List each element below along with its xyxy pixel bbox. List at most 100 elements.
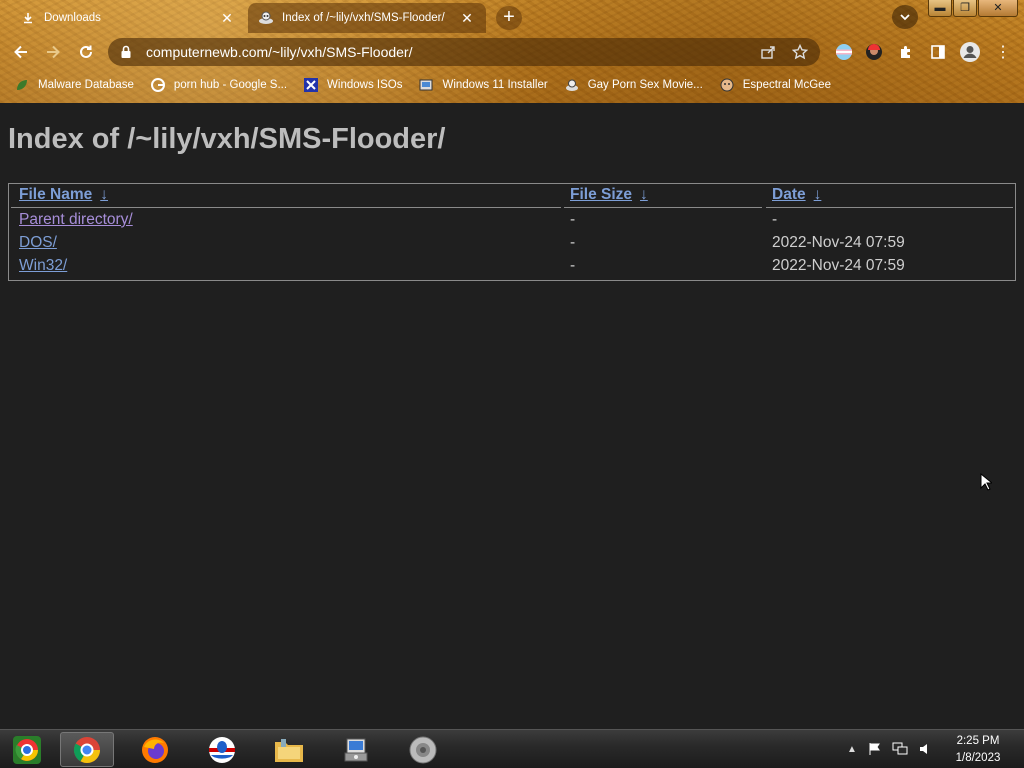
bookmark-label: Espectral McGee [742, 79, 831, 91]
tab-close-icon[interactable]: ✕ [458, 10, 476, 27]
tab-title: Downloads [44, 12, 101, 24]
dos-folder-link[interactable]: DOS/ [19, 234, 57, 251]
table-row: Win32/ - 2022-Nov-24 07:59 [9, 255, 1015, 278]
x-icon [303, 77, 319, 93]
site-favicon [564, 77, 580, 93]
address-bar[interactable]: computernewb.com/~lily/vxh/SMS-Flooder/ [108, 38, 820, 66]
account-avatar-icon[interactable] [958, 40, 982, 64]
face-icon [719, 77, 735, 93]
site-favicon [258, 10, 274, 26]
table-row: Parent directory/ - - [9, 209, 1015, 232]
column-header-date[interactable]: Date ↓ [772, 186, 821, 204]
file-size-cell: - [570, 234, 576, 251]
bookmark-star-icon[interactable] [788, 40, 812, 64]
chrome-alt-icon [13, 735, 41, 764]
taskbar-app-opera[interactable] [195, 732, 249, 767]
network-icon[interactable] [890, 740, 910, 758]
bookmark-espectral-mcgee[interactable]: Espectral McGee [719, 77, 831, 93]
sort-by-size-link[interactable]: File Size [570, 186, 632, 203]
bookmarks-bar: Malware Database porn hub - Google S... … [0, 72, 1024, 98]
date-cell: 2022-Nov-24 07:59 [772, 234, 905, 251]
share-icon[interactable] [756, 40, 780, 64]
bookmark-windows-11-installer[interactable]: Windows 11 Installer [418, 77, 548, 93]
google-icon [150, 77, 166, 93]
close-window-button[interactable]: ✕ [978, 0, 1018, 17]
installer-icon [344, 738, 368, 761]
browser-frame: Downloads ✕ Index of /~lily/vxh/SMS-Floo… [0, 0, 1024, 103]
bookmark-movie-site[interactable]: Gay Porn Sex Movie... [564, 77, 703, 93]
side-panel-icon[interactable] [926, 40, 950, 64]
clock-date: 1/8/2023 [955, 752, 1001, 764]
column-header-size[interactable]: File Size ↓ [570, 186, 648, 204]
download-icon [20, 10, 36, 26]
firefox-icon [142, 736, 168, 763]
chrome-icon [73, 736, 101, 763]
sort-by-date-link[interactable]: Date [772, 186, 806, 203]
page-content: Index of /~lily/vxh/SMS-Flooder/ File Na… [0, 103, 1024, 729]
bookmark-windows-isos[interactable]: Windows ISOs [303, 77, 402, 93]
tab-index-of[interactable]: Index of /~lily/vxh/SMS-Flooder/ ✕ [248, 3, 486, 33]
bookmark-label: Windows ISOs [327, 79, 403, 91]
bookmark-label: Gay Porn Sex Movie... [587, 79, 703, 91]
flag-extension-icon[interactable] [832, 40, 856, 64]
page-title: Index of /~lily/vxh/SMS-Flooder/ [8, 123, 446, 155]
maximize-button[interactable]: ❐ [953, 0, 977, 17]
profile-extension-icon[interactable] [862, 40, 886, 64]
show-hidden-icons-button[interactable]: ▲ [845, 740, 859, 758]
sort-arrow-icon[interactable]: ↓ [814, 186, 822, 203]
directory-listing-table: File Name ↓ File Size ↓ Date ↓ Parent direc… [8, 183, 1016, 281]
taskbar-app-chrome-alt[interactable] [0, 732, 54, 767]
header-divider [766, 207, 1013, 208]
file-size-cell: - [570, 211, 576, 228]
chevron-down-icon [900, 14, 910, 21]
system-clock[interactable]: 2:25 PM 1/8/2023 [940, 733, 1016, 767]
sort-by-name-link[interactable]: File Name [19, 186, 92, 203]
taskbar-app-speaker[interactable] [396, 732, 450, 767]
table-row: DOS/ - 2022-Nov-24 07:59 [9, 232, 1015, 255]
tab-title: Index of /~lily/vxh/SMS-Flooder/ [282, 12, 445, 24]
volume-icon[interactable] [916, 740, 934, 758]
bookmark-google-search[interactable]: porn hub - Google S... [150, 77, 287, 93]
tab-close-icon[interactable]: ✕ [218, 10, 236, 27]
header-divider [564, 207, 762, 208]
bookmark-label: Malware Database [38, 79, 134, 91]
mouse-cursor-icon [980, 473, 992, 491]
new-tab-button[interactable]: + [496, 6, 522, 30]
forward-button[interactable] [40, 39, 66, 65]
action-center-flag-icon[interactable] [866, 740, 884, 758]
taskbar-app-chrome[interactable] [60, 732, 114, 767]
reload-button[interactable] [73, 39, 99, 65]
header-divider [11, 207, 561, 208]
win32-folder-link[interactable]: Win32/ [19, 257, 67, 274]
speaker-app-icon [409, 736, 437, 763]
date-cell: 2022-Nov-24 07:59 [772, 257, 905, 274]
bookmark-malware-database[interactable]: Malware Database [14, 77, 134, 93]
forward-arrow-icon [47, 45, 60, 59]
table-header-row: File Name ↓ File Size ↓ Date ↓ [9, 184, 1015, 208]
sort-arrow-icon[interactable]: ↓ [640, 186, 648, 203]
menu-kebab-icon[interactable]: ⋮ [991, 40, 1015, 64]
file-explorer-icon [275, 738, 303, 762]
column-header-name[interactable]: File Name ↓ [19, 186, 108, 204]
lock-icon [120, 45, 136, 59]
tab-downloads[interactable]: Downloads ✕ [10, 4, 246, 32]
parent-directory-link[interactable]: Parent directory/ [19, 211, 133, 228]
opera-icon [209, 736, 235, 763]
installer-icon [418, 77, 434, 93]
taskbar-app-file-explorer[interactable] [262, 732, 316, 767]
file-size-cell: - [570, 257, 576, 274]
extensions-puzzle-icon[interactable] [894, 40, 918, 64]
address-text[interactable]: computernewb.com/~lily/vxh/SMS-Flooder/ [146, 44, 756, 60]
taskbar-app-firefox[interactable] [128, 732, 182, 767]
back-button[interactable] [8, 39, 34, 65]
taskbar: ▲ 2:25 PM 1/8/2023 [0, 729, 1024, 768]
clock-time: 2:25 PM [956, 735, 1000, 747]
date-cell: - [772, 211, 778, 228]
leaf-icon [14, 77, 30, 93]
minimize-button[interactable]: ▬ [928, 0, 952, 17]
sort-arrow-icon[interactable]: ↓ [100, 186, 108, 203]
browser-toolbar: computernewb.com/~lily/vxh/SMS-Flooder/ … [0, 35, 1024, 69]
taskbar-app-installer[interactable] [329, 732, 383, 767]
reload-icon [80, 45, 92, 58]
tab-search-button[interactable] [892, 5, 918, 29]
